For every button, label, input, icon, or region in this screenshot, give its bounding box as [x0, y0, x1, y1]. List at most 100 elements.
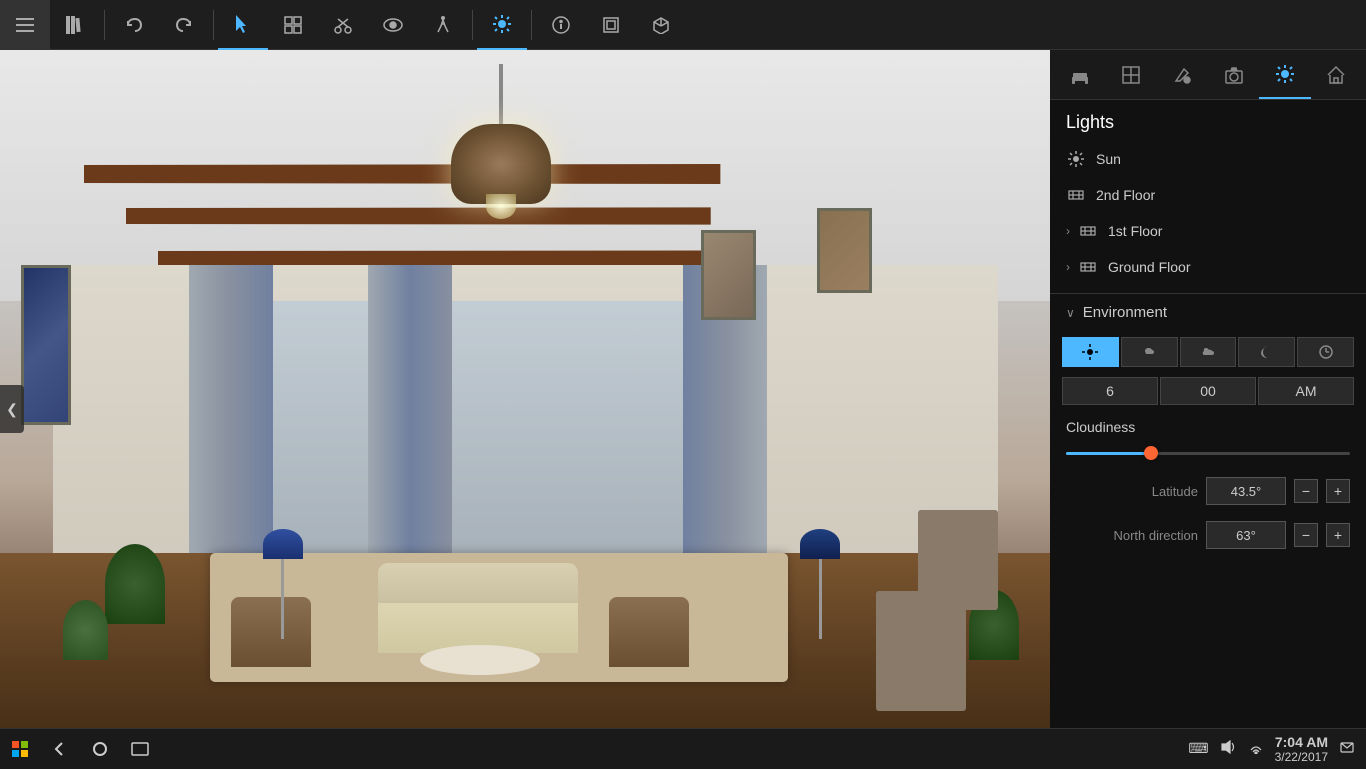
lamp-pole-left [281, 559, 284, 639]
lights-section-title: Lights [1050, 100, 1366, 141]
taskbar-back[interactable] [40, 729, 80, 769]
menu-icon[interactable] [0, 0, 50, 50]
expand-arrow-1st: › [1066, 224, 1070, 238]
taskbar-tablet[interactable] [120, 729, 160, 769]
cloudiness-slider[interactable] [1066, 443, 1350, 463]
cube-icon[interactable] [636, 0, 686, 50]
lamp-pole-right [819, 559, 822, 639]
sun-light-icon [1066, 149, 1086, 169]
floor-light-icon-ground [1078, 257, 1098, 277]
expand-arrow-ground: › [1066, 260, 1070, 274]
taskbar-notification-icon[interactable] [1340, 740, 1354, 757]
north-decrement[interactable]: − [1294, 523, 1318, 547]
lamp-shade-left [263, 529, 303, 559]
artwork-right [817, 208, 872, 293]
sofa [378, 563, 578, 653]
taskbar-speaker-icon[interactable] [1221, 740, 1237, 757]
ceiling-beam-2 [126, 207, 711, 224]
env-collapse-icon: ∨ [1066, 306, 1075, 320]
environment-header[interactable]: ∨ Environment [1050, 294, 1366, 331]
light-item-ground-label: Ground Floor [1108, 259, 1190, 275]
plant-left [105, 544, 165, 624]
light-item-sun[interactable]: Sun [1050, 141, 1366, 177]
undo-icon[interactable] [109, 0, 159, 50]
latitude-increment[interactable]: + [1326, 479, 1350, 503]
taskbar-network-icon[interactable] [1249, 740, 1263, 757]
tab-camera[interactable] [1208, 50, 1259, 99]
time-hour[interactable]: 6 [1062, 377, 1158, 405]
tab-build[interactable] [1105, 50, 1156, 99]
env-mode-night[interactable] [1238, 337, 1295, 367]
tab-furniture[interactable] [1054, 50, 1105, 99]
tab-paint[interactable] [1157, 50, 1208, 99]
ceiling-beam-3 [158, 251, 713, 267]
coffee-table [420, 645, 540, 675]
taskbar: ⌨ 7:04 AM 3/22/2017 [0, 728, 1366, 768]
toolbar-separator-2 [213, 10, 214, 40]
armchair-right [609, 597, 689, 667]
env-mode-clear[interactable] [1062, 337, 1119, 367]
ceiling-beam-1 [84, 164, 720, 184]
floor-lamp-left [263, 529, 303, 639]
select-icon[interactable] [218, 0, 268, 50]
chandelier-light [486, 194, 516, 219]
north-direction-row: North direction 63° − + [1050, 513, 1366, 557]
sun-icon[interactable] [477, 0, 527, 50]
frame-icon[interactable] [586, 0, 636, 50]
floor-lamp-right [800, 529, 840, 639]
floor-light-icon-1 [1078, 221, 1098, 241]
chandelier [441, 64, 561, 204]
clock-date: 3/22/2017 [1275, 750, 1328, 764]
slider-fill [1066, 452, 1151, 455]
walk-icon[interactable] [418, 0, 468, 50]
right-panel: Lights Sun [1050, 50, 1366, 768]
clock-time: 7:04 AM [1275, 734, 1328, 750]
latitude-decrement[interactable]: − [1294, 479, 1318, 503]
eye-icon[interactable] [368, 0, 418, 50]
chandelier-stem [499, 64, 503, 124]
light-item-1st-floor[interactable]: › 1st Floor [1050, 213, 1366, 249]
toolbar-separator-3 [472, 10, 473, 40]
arrange-icon[interactable] [268, 0, 318, 50]
light-item-ground-floor[interactable]: › Ground Floor [1050, 249, 1366, 285]
time-row: 6 00 AM [1050, 373, 1366, 409]
north-increment[interactable]: + [1326, 523, 1350, 547]
lamp-shade-right [800, 529, 840, 559]
light-item-1st-label: 1st Floor [1108, 223, 1162, 239]
panel-content: Lights Sun [1050, 100, 1366, 768]
plant-left-small [63, 600, 108, 660]
latitude-value[interactable]: 43.5° [1206, 477, 1286, 505]
artwork-center-right [701, 230, 756, 320]
panel-tabs [1050, 50, 1366, 100]
tab-home[interactable] [1311, 50, 1362, 99]
nav-arrow-left[interactable]: ❮ [0, 385, 24, 433]
redo-icon[interactable] [159, 0, 209, 50]
cloudiness-section: Cloudiness [1050, 409, 1366, 469]
time-period[interactable]: AM [1258, 377, 1354, 405]
light-item-2nd-label: 2nd Floor [1096, 187, 1155, 203]
env-mode-partly[interactable] [1121, 337, 1178, 367]
scissors-icon[interactable] [318, 0, 368, 50]
library-icon[interactable] [50, 0, 100, 50]
tab-lights[interactable] [1259, 50, 1310, 99]
taskbar-time[interactable]: 7:04 AM 3/22/2017 [1275, 734, 1328, 764]
environment-title: Environment [1083, 304, 1167, 321]
slider-thumb[interactable] [1144, 446, 1158, 460]
sofa-back [378, 563, 578, 603]
north-direction-value[interactable]: 63° [1206, 521, 1286, 549]
start-button[interactable] [0, 729, 40, 769]
env-mode-cloudy[interactable] [1180, 337, 1237, 367]
north-direction-label: North direction [1066, 528, 1198, 543]
env-mode-time[interactable] [1297, 337, 1354, 367]
time-minute[interactable]: 00 [1160, 377, 1256, 405]
latitude-label: Latitude [1066, 484, 1198, 499]
taskbar-circle[interactable] [80, 729, 120, 769]
environment-section: ∨ Environment [1050, 293, 1366, 557]
toolbar-separator-4 [531, 10, 532, 40]
taskbar-keyboard-icon[interactable]: ⌨ [1188, 740, 1208, 757]
info-icon[interactable] [536, 0, 586, 50]
light-item-2nd-floor[interactable]: 2nd Floor [1050, 177, 1366, 213]
latitude-row: Latitude 43.5° − + [1050, 469, 1366, 513]
viewport[interactable]: ❮ [0, 50, 1050, 768]
slider-track [1066, 452, 1350, 455]
